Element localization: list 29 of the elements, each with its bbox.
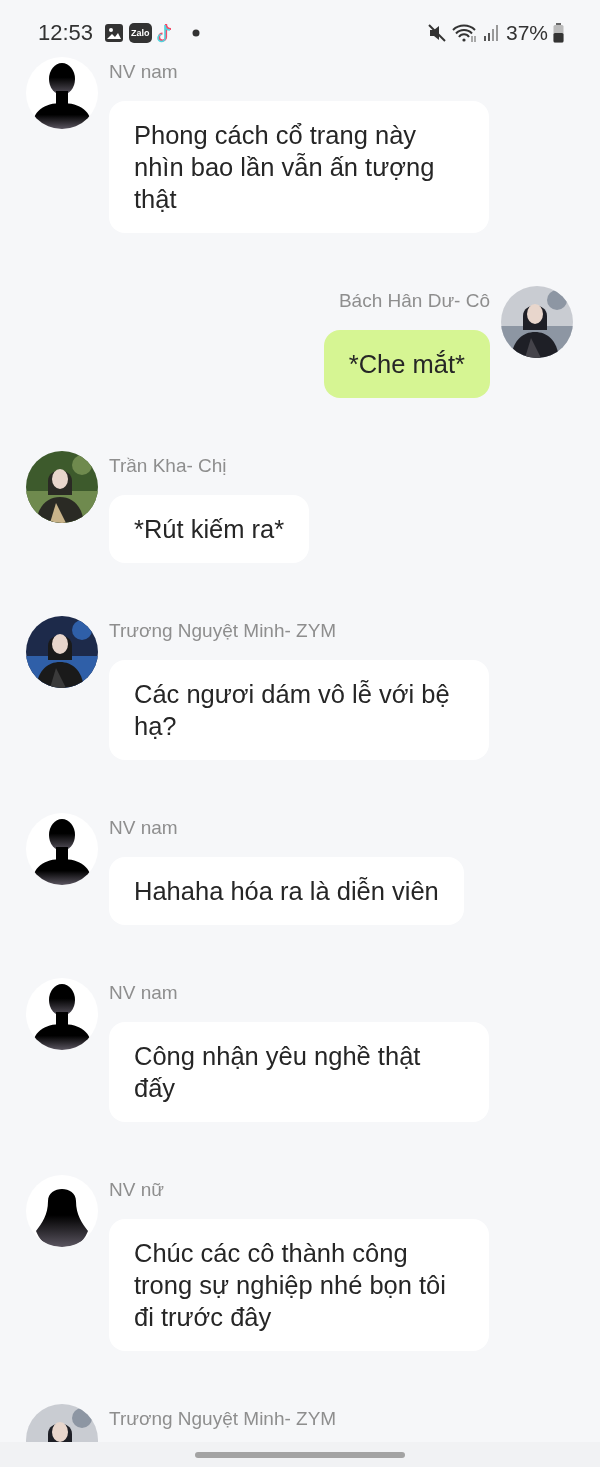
mute-icon bbox=[426, 23, 447, 43]
message-bubble: Các ngươi dám vô lễ với bệ hạ? bbox=[109, 660, 489, 760]
image-icon bbox=[104, 23, 125, 43]
sender-name: NV nữ bbox=[109, 1178, 164, 1202]
sender-name: NV nam bbox=[109, 816, 178, 840]
clock-time: 12:53 bbox=[38, 20, 94, 46]
person-silhouette-icon bbox=[26, 978, 98, 1050]
sender-name: Trần Kha- Chị bbox=[109, 454, 227, 478]
signal-icon bbox=[482, 24, 499, 42]
message-bubble: *Che mắt* bbox=[323, 330, 490, 398]
wifi-icon bbox=[451, 23, 478, 43]
home-handle[interactable] bbox=[195, 1451, 405, 1458]
battery-icon bbox=[553, 23, 564, 43]
sender-name: Bách Hân Dư- Cô bbox=[338, 289, 490, 313]
message-bubble: Công nhận yêu nghề thật đấy bbox=[109, 1022, 489, 1122]
person-silhouette-icon bbox=[26, 1175, 98, 1247]
person-silhouette-icon bbox=[26, 57, 98, 129]
dot-icon bbox=[191, 29, 200, 37]
message-bubble: *Rút kiếm ra* bbox=[109, 495, 310, 563]
sender-name: NV nam bbox=[109, 60, 178, 84]
message-bubble: Hahaha hóa ra là diễn viên bbox=[109, 857, 464, 925]
sender-name: Trương Nguyệt Minh- ZYM bbox=[109, 1407, 337, 1431]
sender-name: NV nam bbox=[109, 981, 178, 1005]
message-bubble: Chúc các cô thành công trong sự nghiệp nhé bọn tôi đi trước đây bbox=[109, 1219, 489, 1351]
battery-percentage: 37% bbox=[505, 21, 548, 45]
message-bubble: Phong cách cổ trang này nhìn bao lần vẫn ấn tượng thật bbox=[109, 101, 489, 233]
sender-name: Trương Nguyệt Minh- ZYM bbox=[109, 619, 337, 643]
chat-app-icon: Zalo bbox=[129, 23, 152, 43]
person-silhouette-icon bbox=[26, 813, 98, 885]
